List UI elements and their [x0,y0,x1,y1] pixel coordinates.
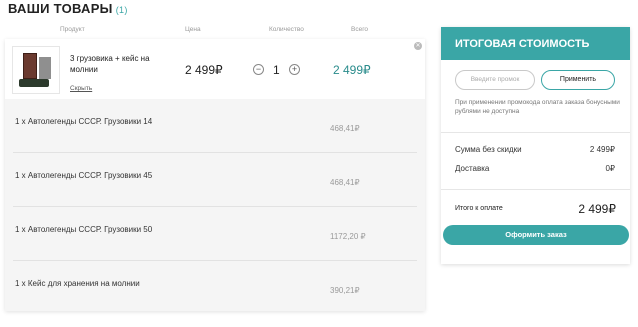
column-header-product: Продукт [60,26,85,33]
sub-item-value: 1172,20 ₽ [330,232,366,241]
quantity-increase-button[interactable]: + [289,64,300,75]
sub-item-label: 1 x Автолегенды СССР. Грузовики 50 [15,225,153,234]
divider [441,189,630,190]
delivery-row: Доставка 0₽ [455,164,615,173]
page-title-text: ВАШИ ТОВАРЫ [8,1,113,16]
product-row: 3 грузовика + кейс на молнии Скрыть 2 49… [5,39,425,99]
product-price: 2 499₽ [185,63,223,77]
quantity-value: 1 [273,63,280,77]
promo-note: При применении промокода оплата заказа б… [455,99,620,115]
promo-code-input[interactable]: Введите промок [455,70,535,90]
product-total: 2 499₽ [333,63,371,77]
delivery-value: 0₽ [605,164,615,173]
subtotal-row: Сумма без скидки 2 499₽ [455,145,615,154]
sub-item-label: 1 x Автолегенды СССР. Грузовики 14 [15,117,153,126]
sub-item-label: 1 x Автолегенды СССР. Грузовики 45 [15,171,153,180]
apply-promo-button[interactable]: Применить [541,70,615,90]
summary-title: ИТОГОВАЯ СТОИМОСТЬ [441,27,630,60]
column-header-total: Всего [351,26,369,33]
remove-item-close-icon[interactable]: ✕ [414,42,422,50]
quantity-decrease-button[interactable]: − [253,64,264,75]
page-title: ВАШИ ТОВАРЫ (1) [8,1,128,16]
product-box-graphic [39,57,51,79]
sub-item-value: 468,41₽ [330,124,360,133]
sub-item-value: 390,21₽ [330,286,360,295]
column-header-quantity: Количество [269,26,304,33]
subtotal-label: Сумма без скидки [455,145,522,154]
items-count: (1) [115,5,128,15]
list-item: 1 x Автолегенды СССР. Грузовики 45 468,4… [5,153,425,207]
cart-card: 3 грузовика + кейс на молнии Скрыть 2 49… [5,39,425,311]
product-box-graphic [23,53,37,79]
divider [441,132,630,133]
product-name[interactable]: 3 грузовика + кейс на молнии [70,53,170,75]
list-item: 1 x Автолегенды СССР. Грузовики 14 468,4… [5,99,425,153]
delivery-label: Доставка [455,164,490,173]
list-item: 1 x Автолегенды СССР. Грузовики 50 1172,… [5,207,425,261]
sub-item-label: 1 x Кейс для хранения на молнии [15,279,140,288]
column-header-price: Цена [185,26,201,33]
sub-item-value: 468,41₽ [330,178,360,187]
list-item: 1 x Кейс для хранения на молнии 390,21₽ [5,261,425,315]
to-pay-label: Итого к оплате [455,205,503,212]
product-truck-graphic [19,79,49,87]
subtotal-value: 2 499₽ [589,145,615,154]
to-pay-value: 2 499₽ [578,202,616,216]
hide-link[interactable]: Скрыть [70,85,92,92]
order-summary-panel: ИТОГОВАЯ СТОИМОСТЬ Введите промок Примен… [441,27,630,264]
product-image[interactable] [12,46,60,94]
checkout-button[interactable]: Оформить заказ [443,225,629,245]
